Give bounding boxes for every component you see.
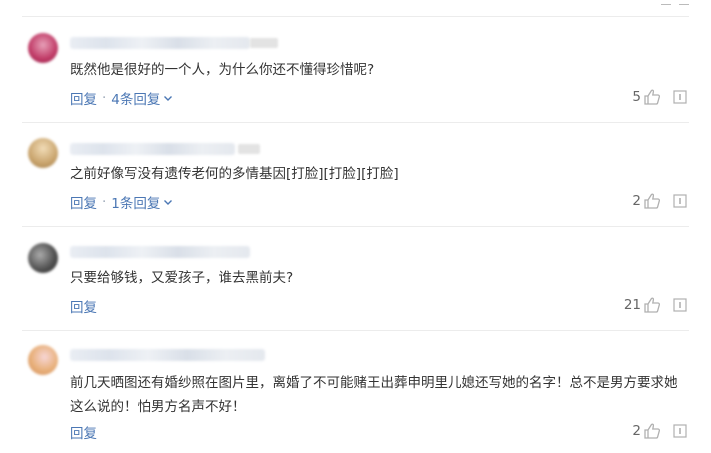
username-blurred[interactable]: [70, 37, 250, 49]
comment-divider: [22, 226, 689, 227]
more-options-icon[interactable]: [673, 90, 687, 104]
thumbs-up-icon[interactable]: [643, 422, 661, 440]
username-blurred-tail: [238, 144, 260, 154]
like-count: 5: [632, 89, 641, 105]
reply-button[interactable]: 回复: [70, 422, 97, 442]
previous-comment-actions: [661, 0, 689, 6]
avatar[interactable]: [28, 33, 58, 63]
comment-text: 既然他是很好的一个人，为什么你还不懂得珍惜呢?: [70, 62, 375, 78]
chevron-down-icon: [164, 96, 173, 101]
partial-icon: [661, 0, 671, 5]
partial-icon: [679, 0, 689, 5]
comment-stats: 21: [624, 296, 687, 314]
reply-button[interactable]: 回复: [70, 296, 97, 316]
comment-stats: 2: [632, 192, 687, 210]
chevron-down-icon: [164, 200, 173, 205]
comment-actions: 回复 · 4条回复: [70, 88, 173, 108]
separator: ·: [102, 194, 107, 210]
reply-count-label: 1条回复: [111, 196, 161, 212]
thumbs-up-icon[interactable]: [643, 88, 661, 106]
username-blurred[interactable]: [70, 246, 250, 258]
more-options-icon[interactable]: [673, 194, 687, 208]
more-options-icon[interactable]: [673, 424, 687, 438]
like-count: 2: [632, 193, 641, 209]
thumbs-up-icon[interactable]: [643, 296, 661, 314]
more-options-icon[interactable]: [673, 298, 687, 312]
view-replies-button[interactable]: 1条回复: [111, 192, 173, 212]
like-count: 21: [623, 297, 641, 313]
like-count: 2: [632, 423, 641, 439]
username-blurred-tail: [250, 38, 278, 48]
reply-button[interactable]: 回复: [70, 88, 97, 108]
top-divider: [22, 16, 689, 17]
avatar[interactable]: [28, 138, 58, 168]
separator: ·: [102, 90, 107, 106]
comment-actions: 回复: [70, 296, 97, 316]
comment-divider: [22, 122, 689, 123]
username-blurred[interactable]: [70, 349, 265, 361]
comment-actions: 回复: [70, 422, 97, 442]
comment-actions: 回复 · 1条回复: [70, 192, 173, 212]
view-replies-button[interactable]: 4条回复: [111, 88, 173, 108]
comment-text: 前几天晒图还有婚纱照在图片里，离婚了不可能赌王出葬申明里儿媳还写她的名字！总不是…: [70, 375, 678, 415]
reply-button[interactable]: 回复: [70, 192, 97, 212]
comment-text: 只要给够钱，又爱孩子，谁去黑前夫?: [70, 270, 294, 286]
comment-stats: 5: [632, 88, 687, 106]
comment-stats: 2: [632, 422, 687, 440]
comment-text: 之前好像写没有遗传老何的多情基因[打脸][打脸][打脸]: [70, 166, 399, 182]
avatar[interactable]: [28, 243, 58, 273]
reply-count-label: 4条回复: [111, 92, 161, 108]
thumbs-up-icon[interactable]: [643, 192, 661, 210]
comment-divider: [22, 330, 689, 331]
avatar[interactable]: [28, 345, 58, 375]
username-blurred[interactable]: [70, 143, 235, 155]
